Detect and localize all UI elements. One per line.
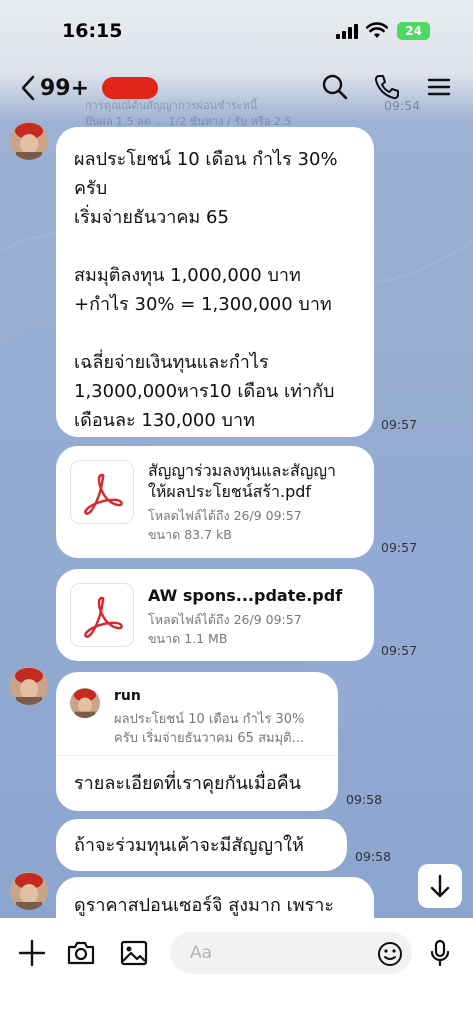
unread-count[interactable]: 99+ <box>40 76 89 101</box>
file-expiry: โหลดไฟล์ได้ถึง 26/9 09:57 <box>148 612 302 627</box>
reply-divider <box>56 755 338 756</box>
avatar-image <box>10 872 48 910</box>
file-name: AW spons...pdate.pdf <box>148 586 343 605</box>
avatar-image <box>10 122 48 160</box>
reply-message[interactable]: run ผลประโยชน์ 10 เดือน กำไร 30% ครับ เร… <box>56 672 338 811</box>
sender-avatar[interactable] <box>10 872 48 910</box>
emoji-icon[interactable] <box>375 939 405 969</box>
reply-sender: run <box>114 688 141 704</box>
wifi-icon <box>366 22 388 38</box>
file-size: ขนาด 83.7 kB <box>148 527 232 542</box>
pdf-icon <box>70 460 134 524</box>
image-icon[interactable] <box>119 938 149 968</box>
sender-avatar[interactable] <box>10 667 48 705</box>
chat-header: 99+ <box>0 60 473 116</box>
message-input-bar <box>0 918 473 1024</box>
message-time: 09:58 <box>346 792 383 807</box>
sender-avatar[interactable] <box>10 122 48 160</box>
status-bar: 16:15 24 <box>0 0 473 60</box>
message-text: รายละเอียดที่เราคุยกันเมื่อคืน <box>74 773 301 794</box>
file-size: ขนาด 1.1 MB <box>148 631 228 646</box>
menu-icon[interactable] <box>424 72 454 102</box>
message-text: ผลประโยชน์ 10 เดือน กำไร 30% ครับ เริ่มจ… <box>74 149 338 431</box>
status-time: 16:15 <box>62 20 123 42</box>
redacted-contact-name <box>102 77 158 99</box>
battery-indicator: 24 <box>397 22 430 40</box>
message-time: 09:57 <box>381 417 418 432</box>
arrow-down-icon <box>430 874 450 898</box>
file-expiry: โหลดไฟล์ได้ถึง 26/9 09:57 <box>148 508 302 523</box>
reply-avatar <box>70 688 100 718</box>
message-text: ถ้าจะร่วมทุนเค้าจะมีสัญญาให้ <box>74 835 304 856</box>
chevron-left-icon[interactable] <box>18 74 38 102</box>
phone-icon[interactable] <box>372 72 402 102</box>
message-time: 09:57 <box>381 540 418 555</box>
battery-level: 24 <box>405 24 422 38</box>
message-time: 09:57 <box>381 643 418 658</box>
scroll-to-bottom-button[interactable] <box>418 864 462 908</box>
file-message[interactable]: สัญญาร่วมลงทุนและสัญญา ให้ผลประโยชน์สร้า… <box>56 446 374 558</box>
message-bubble[interactable]: ผลประโยชน์ 10 เดือน กำไร 30% ครับ เริ่มจ… <box>56 127 374 437</box>
file-message[interactable]: AW spons...pdate.pdf โหลดไฟล์ได้ถึง 26/9… <box>56 569 374 661</box>
microphone-icon[interactable] <box>425 938 455 968</box>
message-time: 09:58 <box>355 849 392 864</box>
search-icon[interactable] <box>320 72 350 102</box>
pdf-icon <box>70 583 134 647</box>
avatar-image <box>10 667 48 705</box>
camera-icon[interactable] <box>66 938 96 968</box>
reply-preview: ผลประโยชน์ 10 เดือน กำไร 30% ครับ เริ่มจ… <box>114 712 305 746</box>
message-text: ดูราคาสปอนเซอร์จิ สูงมาก เพราะ <box>74 895 335 916</box>
signal-icon <box>336 24 358 39</box>
message-bubble[interactable]: ถ้าจะร่วมทุนเค้าจะมีสัญญาให้ <box>56 819 347 871</box>
file-name: สัญญาร่วมลงทุนและสัญญา ให้ผลประโยชน์สร้า… <box>148 461 336 501</box>
plus-icon[interactable] <box>17 938 47 968</box>
